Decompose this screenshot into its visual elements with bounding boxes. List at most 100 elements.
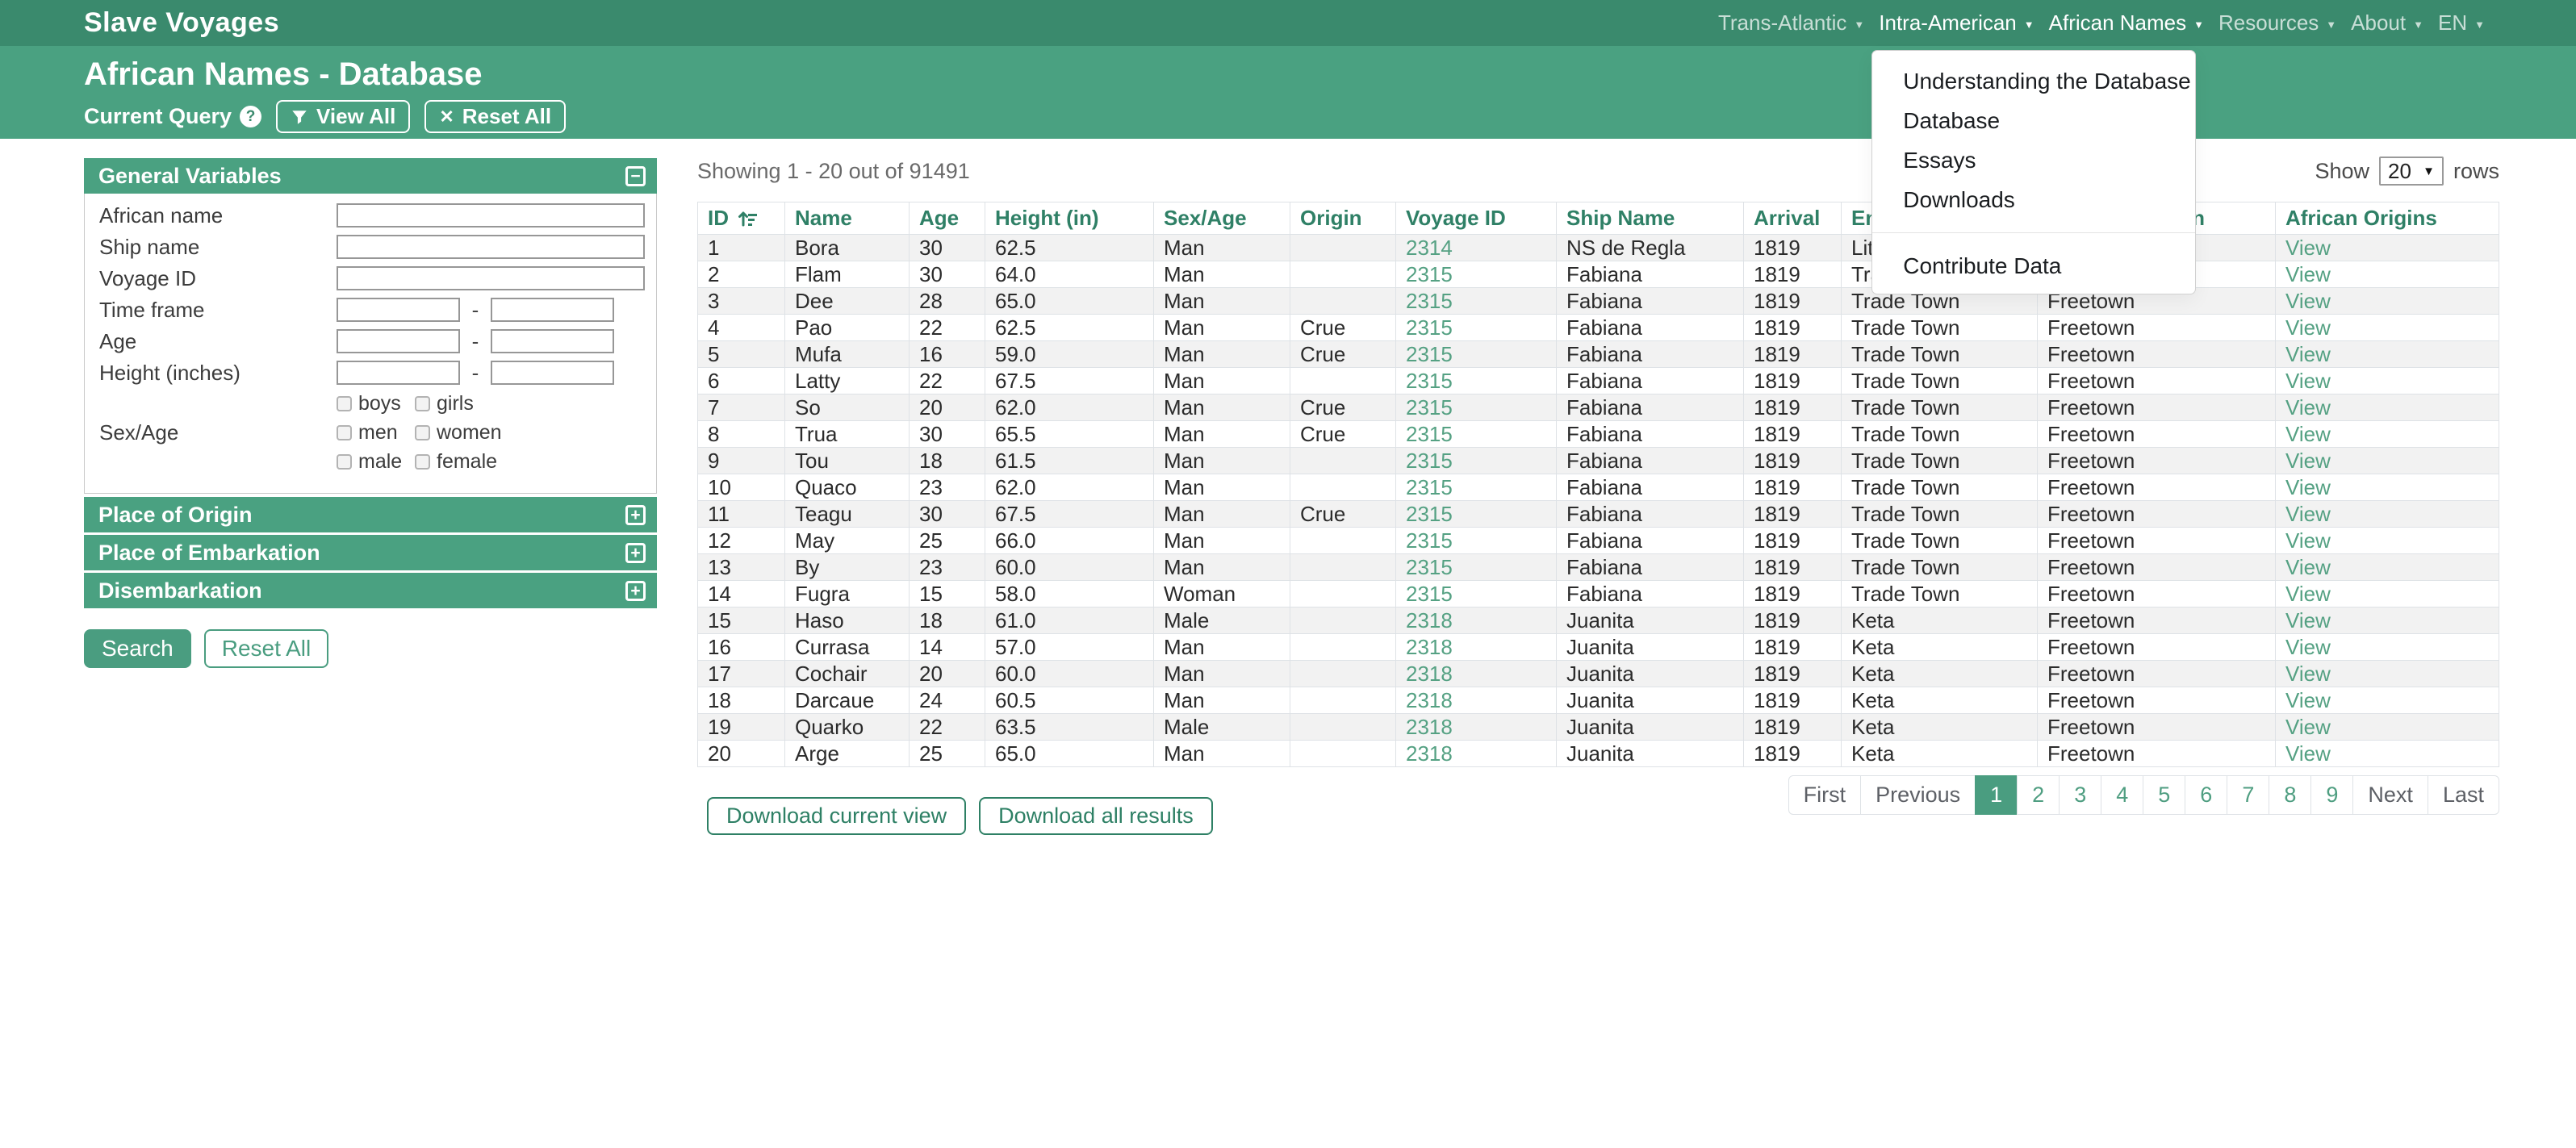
- voyage-id-link[interactable]: 2315: [1406, 528, 1453, 553]
- view-link[interactable]: View: [2285, 635, 2331, 659]
- height-inches-to-input[interactable]: [491, 361, 614, 385]
- age-to-input[interactable]: [491, 329, 614, 353]
- checkbox-boys[interactable]: [337, 396, 352, 411]
- page-1[interactable]: 1: [1975, 775, 2018, 815]
- download-current-view-button[interactable]: Download current view: [707, 797, 966, 835]
- checkbox-girls[interactable]: [415, 396, 430, 411]
- voyage-id-link[interactable]: 2315: [1406, 342, 1453, 366]
- age-from-input[interactable]: [337, 329, 460, 353]
- view-link[interactable]: View: [2285, 688, 2331, 712]
- african-name-input[interactable]: [337, 203, 645, 228]
- checkbox-male[interactable]: [337, 454, 352, 470]
- view-link[interactable]: View: [2285, 555, 2331, 579]
- panel-place-of-embarkation[interactable]: Place of Embarkation+: [84, 535, 657, 570]
- voyage-id-link[interactable]: 2315: [1406, 475, 1453, 499]
- view-all-button[interactable]: View All: [276, 100, 410, 133]
- voyage-id-input[interactable]: [337, 266, 645, 290]
- nav-item-about[interactable]: About▼: [2344, 0, 2431, 48]
- view-link[interactable]: View: [2285, 449, 2331, 473]
- voyage-id-link[interactable]: 2315: [1406, 289, 1453, 313]
- page-8[interactable]: 8: [2269, 775, 2311, 815]
- page-2[interactable]: 2: [2017, 775, 2060, 815]
- voyage-id-link[interactable]: 2315: [1406, 369, 1453, 393]
- column-header-ship-name[interactable]: Ship Name: [1557, 202, 1744, 235]
- time-frame-from-input[interactable]: [337, 298, 460, 322]
- page-9[interactable]: 9: [2310, 775, 2353, 815]
- view-link[interactable]: View: [2285, 262, 2331, 286]
- voyage-id-link[interactable]: 2318: [1406, 662, 1453, 686]
- page-first[interactable]: First: [1788, 775, 1861, 815]
- dropdown-item-understanding-the-database[interactable]: Understanding the Database: [1872, 61, 2195, 101]
- column-header-id[interactable]: ID: [698, 202, 785, 235]
- nav-item-en[interactable]: EN▼: [2431, 0, 2492, 48]
- page-next[interactable]: Next: [2352, 775, 2428, 815]
- voyage-id-link[interactable]: 2315: [1406, 315, 1453, 340]
- view-link[interactable]: View: [2285, 662, 2331, 686]
- view-link[interactable]: View: [2285, 582, 2331, 606]
- time-frame-to-input[interactable]: [491, 298, 614, 322]
- panel-disembarkation[interactable]: Disembarkation+: [84, 573, 657, 608]
- checkbox-women[interactable]: [415, 425, 430, 440]
- dropdown-item-database[interactable]: Database: [1872, 101, 2195, 140]
- page-5[interactable]: 5: [2143, 775, 2185, 815]
- view-link[interactable]: View: [2285, 289, 2331, 313]
- page-size-select[interactable]: 20 ▼: [2379, 157, 2444, 186]
- voyage-id-link[interactable]: 2318: [1406, 741, 1453, 766]
- expand-plus-icon[interactable]: +: [625, 505, 646, 525]
- view-link[interactable]: View: [2285, 528, 2331, 553]
- voyage-id-link[interactable]: 2318: [1406, 635, 1453, 659]
- view-link[interactable]: View: [2285, 236, 2331, 260]
- nav-item-trans-atlantic[interactable]: Trans-Atlantic▼: [1711, 0, 1871, 48]
- voyage-id-link[interactable]: 2315: [1406, 422, 1453, 446]
- column-header-sex-age[interactable]: Sex/Age: [1154, 202, 1290, 235]
- page-6[interactable]: 6: [2185, 775, 2227, 815]
- search-button[interactable]: Search: [84, 629, 191, 668]
- sidebar-reset-all-button[interactable]: Reset All: [204, 629, 329, 668]
- voyage-id-link[interactable]: 2315: [1406, 555, 1453, 579]
- reset-all-button[interactable]: ✕ Reset All: [424, 100, 566, 133]
- view-link[interactable]: View: [2285, 475, 2331, 499]
- page-previous[interactable]: Previous: [1860, 775, 1976, 815]
- nav-item-african-names[interactable]: African Names▼: [2042, 0, 2211, 48]
- view-link[interactable]: View: [2285, 395, 2331, 420]
- expand-plus-icon[interactable]: +: [625, 543, 646, 563]
- page-4[interactable]: 4: [2101, 775, 2143, 815]
- height-inches-from-input[interactable]: [337, 361, 460, 385]
- view-link[interactable]: View: [2285, 715, 2331, 739]
- voyage-id-link[interactable]: 2318: [1406, 688, 1453, 712]
- view-link[interactable]: View: [2285, 315, 2331, 340]
- voyage-id-link[interactable]: 2315: [1406, 502, 1453, 526]
- view-link[interactable]: View: [2285, 342, 2331, 366]
- page-last[interactable]: Last: [2428, 775, 2499, 815]
- download-all-results-button[interactable]: Download all results: [979, 797, 1213, 835]
- column-header-age[interactable]: Age: [910, 202, 985, 235]
- column-header-origin[interactable]: Origin: [1290, 202, 1396, 235]
- voyage-id-link[interactable]: 2315: [1406, 449, 1453, 473]
- column-header-arrival[interactable]: Arrival: [1744, 202, 1842, 235]
- column-header-african-origins[interactable]: African Origins: [2276, 202, 2499, 235]
- voyage-id-link[interactable]: 2318: [1406, 715, 1453, 739]
- column-header-voyage-id[interactable]: Voyage ID: [1396, 202, 1557, 235]
- column-header-name[interactable]: Name: [785, 202, 910, 235]
- ship-name-input[interactable]: [337, 235, 645, 259]
- checkbox-female[interactable]: [415, 454, 430, 470]
- view-link[interactable]: View: [2285, 608, 2331, 632]
- nav-item-resources[interactable]: Resources▼: [2211, 0, 2344, 48]
- voyage-id-link[interactable]: 2315: [1406, 582, 1453, 606]
- voyage-id-link[interactable]: 2315: [1406, 262, 1453, 286]
- view-link[interactable]: View: [2285, 741, 2331, 766]
- expand-plus-icon[interactable]: +: [625, 581, 646, 601]
- voyage-id-link[interactable]: 2318: [1406, 608, 1453, 632]
- voyage-id-link[interactable]: 2314: [1406, 236, 1453, 260]
- panel-general-variables[interactable]: General Variables −: [84, 158, 657, 194]
- view-link[interactable]: View: [2285, 369, 2331, 393]
- help-icon[interactable]: ?: [240, 106, 261, 127]
- brand-title[interactable]: Slave Voyages: [84, 7, 279, 39]
- collapse-minus-icon[interactable]: −: [625, 166, 646, 186]
- panel-place-of-origin[interactable]: Place of Origin+: [84, 497, 657, 532]
- nav-item-intra-american[interactable]: Intra-American▼Understanding the Databas…: [1871, 0, 2041, 48]
- dropdown-item-contribute-data[interactable]: Contribute Data: [1872, 246, 2195, 286]
- view-link[interactable]: View: [2285, 422, 2331, 446]
- page-3[interactable]: 3: [2059, 775, 2101, 815]
- column-header-height-in[interactable]: Height (in): [985, 202, 1154, 235]
